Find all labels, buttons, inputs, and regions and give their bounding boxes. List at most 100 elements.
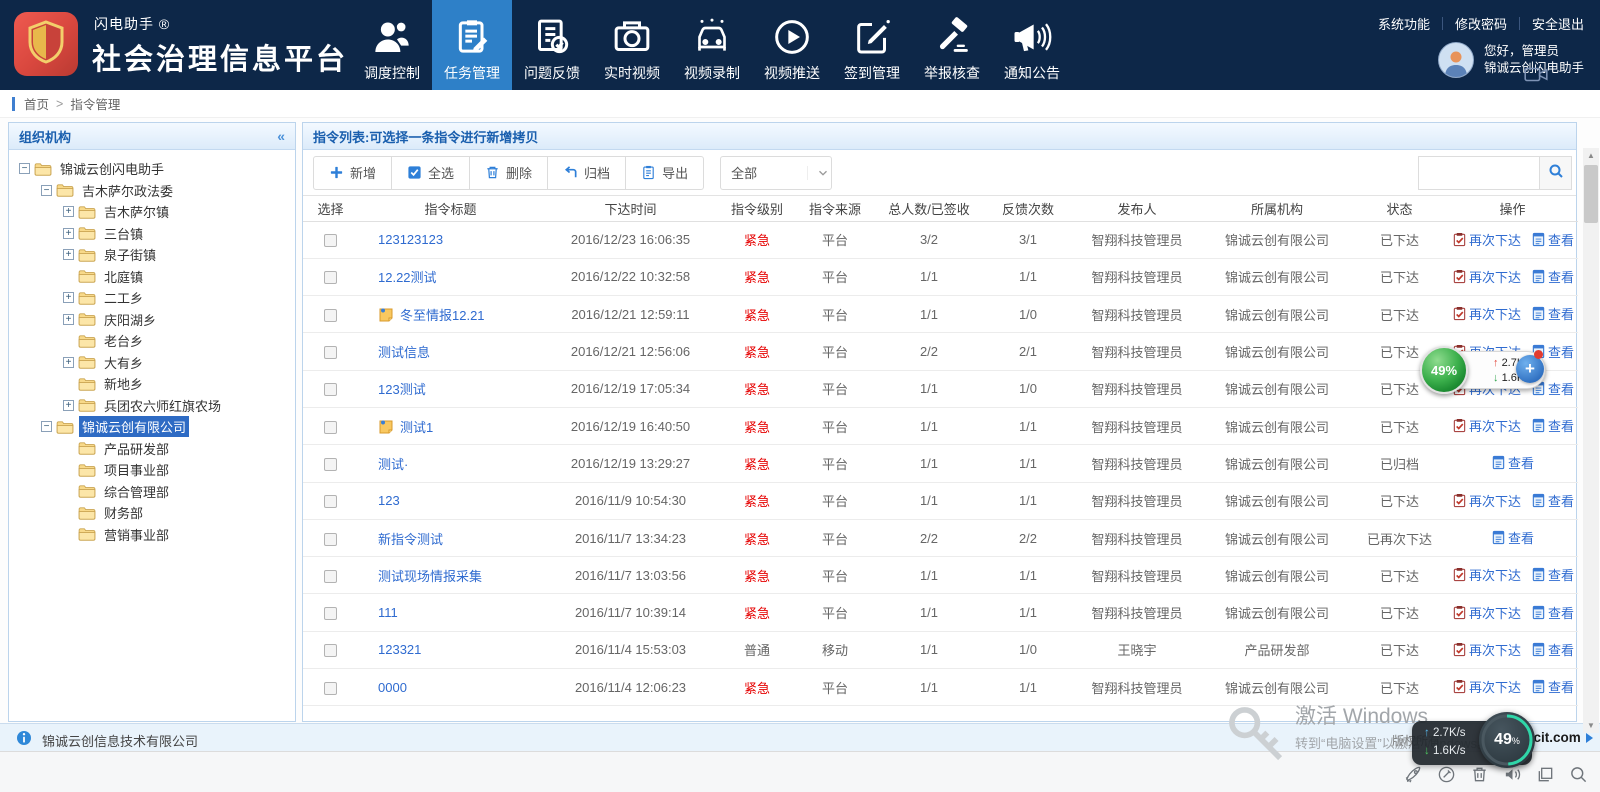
redeliver-action[interactable]: 再次下达 — [1452, 677, 1521, 696]
row-checkbox[interactable] — [324, 309, 337, 322]
tree-node[interactable]: 老台乡 — [9, 330, 295, 352]
tree-expander-minus-icon[interactable]: − — [19, 163, 30, 174]
tree-node-label[interactable]: 锦诚云创有限公司 — [79, 416, 189, 437]
breadcrumb-home[interactable]: 首页 — [24, 94, 49, 113]
row-checkbox[interactable] — [324, 682, 337, 695]
instruction-title-link[interactable]: 123测试 — [378, 382, 426, 397]
tree-node[interactable]: 新地乡 — [9, 373, 295, 395]
tree-node[interactable]: + 庆阳湖乡 — [9, 309, 295, 331]
row-checkbox[interactable] — [324, 495, 337, 508]
tree-expander-plus-icon[interactable]: + — [63, 249, 74, 260]
tree-node[interactable]: + 二工乡 — [9, 287, 295, 309]
row-checkbox[interactable] — [324, 421, 337, 434]
tree-node[interactable]: + 三台镇 — [9, 223, 295, 245]
redeliver-action[interactable]: 再次下达 — [1452, 603, 1521, 622]
row-checkbox[interactable] — [324, 346, 337, 359]
add-accelerate-button[interactable]: + — [1516, 355, 1544, 383]
row-checkbox[interactable] — [324, 234, 337, 247]
nav-item-task-management[interactable]: 任务管理 — [432, 0, 512, 90]
instruction-title-link[interactable]: 111 — [378, 605, 398, 620]
filter-dropdown[interactable]: 全部 — [720, 156, 832, 190]
header-link-safe-logout[interactable]: 安全退出 — [1532, 14, 1584, 33]
instruction-title-link[interactable]: 测试· — [378, 457, 408, 472]
floating-speed-widget[interactable]: ↑ 2.7K/s ↓ 1.6K/s 49% + — [1420, 344, 1550, 396]
nav-item-dispatch-control[interactable]: 调度控制 — [352, 0, 432, 90]
header-link-change-password[interactable]: 修改密码 — [1455, 14, 1507, 33]
tree-node-label[interactable]: 泉子街镇 — [101, 244, 159, 265]
memory-usage-ball[interactable]: 49% — [1479, 712, 1535, 768]
redeliver-action[interactable]: 再次下达 — [1452, 267, 1521, 286]
nav-item-video-push[interactable]: 视频推送 — [752, 0, 832, 90]
tree-node-label[interactable]: 营销事业部 — [101, 524, 172, 545]
nav-item-notice-announcement[interactable]: 通知公告 — [992, 0, 1072, 90]
select-all-button[interactable]: 全选 — [391, 156, 470, 190]
avatar[interactable] — [1438, 42, 1474, 78]
tree-node-label[interactable]: 项目事业部 — [101, 459, 172, 480]
redeliver-action[interactable]: 再次下达 — [1452, 230, 1521, 249]
tree-node-label[interactable]: 大有乡 — [101, 352, 146, 373]
tree-node[interactable]: 产品研发部 — [9, 438, 295, 460]
view-action[interactable]: 查看 — [1491, 453, 1534, 472]
row-checkbox[interactable] — [324, 644, 337, 657]
view-action[interactable]: 查看 — [1531, 565, 1574, 584]
instruction-title-link[interactable]: 0000 — [378, 680, 407, 695]
tree-node[interactable]: − 锦诚云创有限公司 — [9, 416, 295, 438]
row-checkbox[interactable] — [324, 271, 337, 284]
redeliver-action[interactable]: 再次下达 — [1452, 491, 1521, 510]
tree-node-label[interactable]: 二工乡 — [101, 287, 146, 308]
tree-node[interactable]: − 锦诚云创闪电助手 — [9, 158, 295, 180]
header-link-system-functions[interactable]: 系统功能 — [1378, 14, 1430, 33]
row-checkbox[interactable] — [324, 533, 337, 546]
tree-expander-plus-icon[interactable]: + — [63, 357, 74, 368]
tree-node[interactable]: 综合管理部 — [9, 481, 295, 503]
tree-node-label[interactable]: 庆阳湖乡 — [101, 309, 159, 330]
footer-arrow-icon[interactable] — [1586, 733, 1593, 743]
view-action[interactable]: 查看 — [1491, 528, 1534, 547]
tree-expander-minus-icon[interactable]: − — [41, 185, 52, 196]
instruction-title-link[interactable]: 测试信息 — [378, 345, 430, 360]
instruction-title-link[interactable]: 冬至情报12.21 — [400, 308, 485, 323]
instruction-title-link[interactable]: 123 — [378, 493, 400, 508]
instruction-title-link[interactable]: 测试现场情报采集 — [378, 569, 482, 584]
tree-node-label[interactable]: 产品研发部 — [101, 438, 172, 459]
view-action[interactable]: 查看 — [1531, 304, 1574, 323]
ad-filter-icon[interactable] — [1437, 765, 1456, 784]
nav-item-video-recording[interactable]: 视频录制 — [672, 0, 752, 90]
tree-node[interactable]: 项目事业部 — [9, 459, 295, 481]
rocket-icon[interactable] — [1404, 765, 1423, 784]
view-action[interactable]: 查看 — [1531, 416, 1574, 435]
tree-node-label[interactable]: 三台镇 — [101, 223, 146, 244]
speed-ball[interactable]: 49% — [1420, 346, 1468, 394]
tree-node-label[interactable]: 财务部 — [101, 502, 146, 523]
tree-expander-plus-icon[interactable]: + — [63, 400, 74, 411]
tree-node-label[interactable]: 新地乡 — [101, 373, 146, 394]
tree-node[interactable]: + 兵团农六师红旗农场 — [9, 395, 295, 417]
tree-expander-plus-icon[interactable]: + — [63, 228, 74, 239]
export-button[interactable]: 导出 — [625, 156, 704, 190]
tree-node[interactable]: − 吉木萨尔政法委 — [9, 180, 295, 202]
row-checkbox[interactable] — [324, 458, 337, 471]
search-input[interactable] — [1418, 156, 1540, 190]
instruction-title-link[interactable]: 新指令测试 — [378, 532, 443, 547]
scroll-up-arrow[interactable]: ▲ — [1583, 148, 1599, 163]
tree-node-label[interactable]: 吉木萨尔政法委 — [79, 180, 176, 201]
tree-node-label[interactable]: 老台乡 — [101, 330, 146, 351]
view-action[interactable]: 查看 — [1531, 640, 1574, 659]
tree-node[interactable]: 营销事业部 — [9, 524, 295, 546]
view-action[interactable]: 查看 — [1531, 603, 1574, 622]
view-action[interactable]: 查看 — [1531, 677, 1574, 696]
vertical-scrollbar[interactable]: ▲ ▼ — [1583, 148, 1599, 733]
magnifier-icon[interactable] — [1569, 765, 1588, 784]
nav-item-report-verification[interactable]: 举报核查 — [912, 0, 992, 90]
tree-node-label[interactable]: 北庭镇 — [101, 266, 146, 287]
collapse-sidebar-icon[interactable]: « — [277, 128, 285, 144]
row-checkbox[interactable] — [324, 383, 337, 396]
nav-item-checkin-management[interactable]: 签到管理 — [832, 0, 912, 90]
tree-node-label[interactable]: 综合管理部 — [101, 481, 172, 502]
tree-expander-plus-icon[interactable]: + — [63, 292, 74, 303]
row-checkbox[interactable] — [324, 570, 337, 583]
instruction-title-link[interactable]: 123321 — [378, 642, 421, 657]
instruction-title-link[interactable]: 12.22测试 — [378, 270, 437, 285]
row-checkbox[interactable] — [324, 607, 337, 620]
tree-expander-plus-icon[interactable]: + — [63, 314, 74, 325]
